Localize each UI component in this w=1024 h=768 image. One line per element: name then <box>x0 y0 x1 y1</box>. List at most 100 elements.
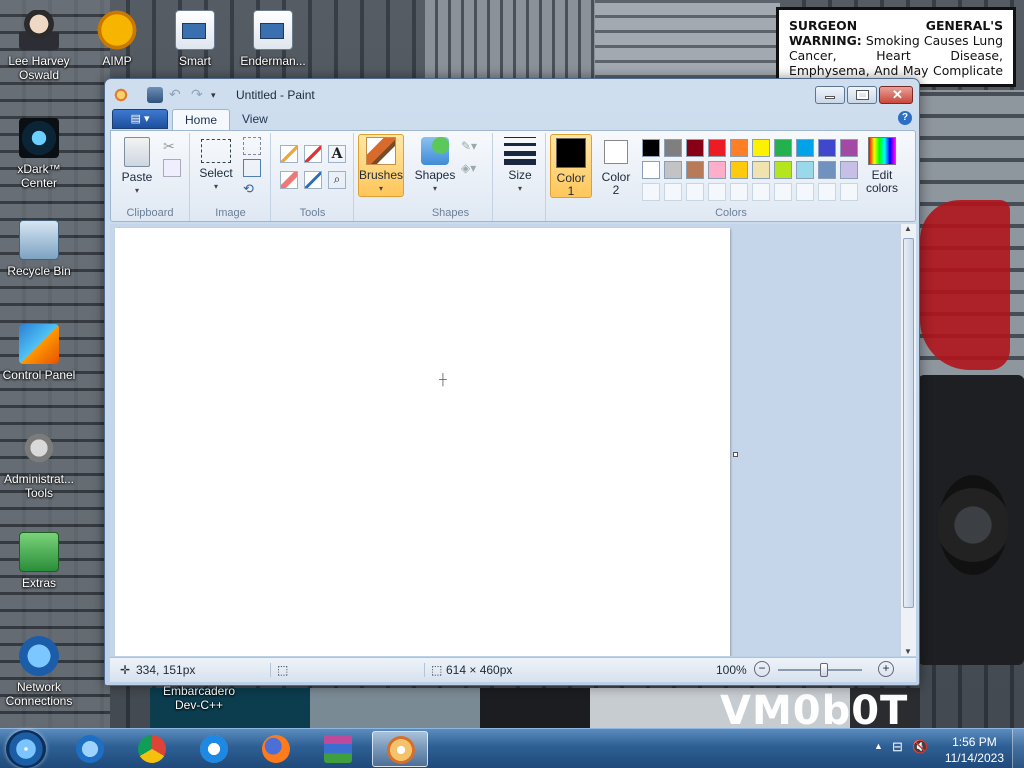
palette-custom-swatch[interactable] <box>664 183 682 201</box>
undo-icon[interactable]: ↶ <box>169 87 185 103</box>
desktop-icon-extras[interactable]: Extras <box>0 532 78 590</box>
scroll-down-icon[interactable]: ▼ <box>904 647 912 656</box>
palette-color-swatch[interactable] <box>708 139 726 157</box>
brushes-button[interactable]: Brushes ▾ <box>358 134 404 197</box>
zoom-slider-thumb[interactable] <box>820 663 828 677</box>
palette-custom-swatch[interactable] <box>642 183 660 201</box>
color2-button[interactable]: Color 2 <box>595 134 637 198</box>
text-icon[interactable]: A <box>328 145 346 163</box>
palette-color-swatch[interactable] <box>796 161 814 179</box>
palette-custom-swatch[interactable] <box>818 183 836 201</box>
save-icon[interactable] <box>147 87 163 103</box>
clock[interactable]: 1:56 PM 11/14/2023 <box>945 734 1004 766</box>
palette-color-swatch[interactable] <box>840 161 858 179</box>
help-icon[interactable]: ? <box>898 111 912 125</box>
close-button[interactable]: ✕ <box>879 86 913 104</box>
palette-custom-swatch[interactable] <box>840 183 858 201</box>
scrollbar-thumb[interactable] <box>903 238 914 608</box>
start-button[interactable] <box>6 730 46 768</box>
zoom-out-button[interactable]: − <box>754 661 770 677</box>
edit-colors-button[interactable]: Edit colors <box>859 135 905 199</box>
desktop-icon-control-panel[interactable]: Control Panel <box>0 324 78 382</box>
zoom-in-button[interactable]: + <box>878 661 894 677</box>
paint-window[interactable]: ↶ ↷ ▾ Untitled - Paint ✕ ▤ ▾ Home View ?… <box>104 78 920 686</box>
palette-color-swatch[interactable] <box>730 139 748 157</box>
eraser-icon[interactable] <box>280 171 298 189</box>
internet-explorer-icon <box>200 735 228 763</box>
pencil-icon[interactable] <box>280 145 298 163</box>
palette-custom-swatch[interactable] <box>796 183 814 201</box>
minimize-button[interactable] <box>815 86 845 104</box>
palette-color-swatch[interactable] <box>774 139 792 157</box>
drawing-canvas[interactable]: ┼ <box>115 228 730 656</box>
palette-custom-swatch[interactable] <box>686 183 704 201</box>
desktop-icon-smart[interactable]: Smart <box>156 10 234 68</box>
crop-icon[interactable] <box>243 137 261 155</box>
outline-icon[interactable]: ✎▾ <box>461 139 479 157</box>
customize-qat-icon[interactable]: ▾ <box>211 87 227 103</box>
desktop-icon-recycle-bin[interactable]: Recycle Bin <box>0 220 78 278</box>
palette-color-swatch[interactable] <box>796 139 814 157</box>
volume-muted-icon[interactable]: 🔇 <box>912 739 928 755</box>
desktop-icon-aimp[interactable]: AIMP <box>78 10 156 68</box>
palette-custom-swatch[interactable] <box>730 183 748 201</box>
paint-menu-button[interactable]: ▤ ▾ <box>112 109 168 129</box>
redo-icon[interactable]: ↷ <box>191 87 207 103</box>
palette-color-swatch[interactable] <box>774 161 792 179</box>
palette-color-swatch[interactable] <box>818 139 836 157</box>
palette-color-swatch[interactable] <box>664 161 682 179</box>
taskbar-firefox[interactable] <box>248 731 304 767</box>
size-button[interactable]: Size ▾ <box>498 137 542 199</box>
desktop-icon-enderman[interactable]: Enderman... <box>234 10 312 68</box>
palette-color-swatch[interactable] <box>752 161 770 179</box>
vertical-scrollbar[interactable]: ▲ ▼ <box>900 224 916 656</box>
palette-custom-swatch[interactable] <box>774 183 792 201</box>
taskbar-chrome[interactable] <box>124 731 180 767</box>
taskbar-media-player[interactable] <box>62 731 118 767</box>
zoom-slider-track[interactable] <box>778 663 862 677</box>
tab-view[interactable]: View <box>230 109 280 130</box>
select-button[interactable]: Select ▾ <box>195 139 237 199</box>
resize-handle-right[interactable] <box>733 452 738 457</box>
canvas-area[interactable]: ┼ ▲ ▼ <box>110 224 916 656</box>
paint-app-icon[interactable] <box>113 87 129 103</box>
title-bar[interactable]: ↶ ↷ ▾ Untitled - Paint ✕ <box>105 79 919 109</box>
taskbar-winrar[interactable] <box>310 731 366 767</box>
copy-icon[interactable] <box>163 159 181 177</box>
shapes-button[interactable]: Shapes ▾ <box>413 137 457 199</box>
show-hidden-icons[interactable]: ▲ <box>874 741 883 751</box>
desktop-icon-administrative-tools[interactable]: Administrat... Tools <box>0 428 78 500</box>
desktop-icon-devcpp[interactable]: Embarcadero Dev-C++ <box>160 684 238 712</box>
rotate-icon[interactable]: ⟲ <box>243 181 261 199</box>
magnifier-icon[interactable]: ⌕ <box>328 171 346 189</box>
palette-color-swatch[interactable] <box>642 161 660 179</box>
desktop-icon-xdark-center[interactable]: xDark™ Center <box>0 118 78 190</box>
palette-color-swatch[interactable] <box>840 139 858 157</box>
scroll-up-icon[interactable]: ▲ <box>904 224 912 233</box>
show-desktop-button[interactable] <box>1012 729 1024 768</box>
network-tray-icon[interactable]: ⊟ <box>892 739 903 755</box>
palette-color-swatch[interactable] <box>752 139 770 157</box>
taskbar-paint[interactable] <box>372 731 428 767</box>
palette-color-swatch[interactable] <box>708 161 726 179</box>
paste-button[interactable]: Paste ▾ <box>117 137 157 199</box>
palette-color-swatch[interactable] <box>664 139 682 157</box>
color1-button[interactable]: Color 1 <box>550 134 592 198</box>
desktop-icon-network-connections[interactable]: Network Connections <box>0 636 78 708</box>
fill-style-icon[interactable]: ◈▾ <box>461 161 479 179</box>
palette-color-swatch[interactable] <box>686 161 704 179</box>
cut-icon[interactable]: ✂ <box>163 138 181 156</box>
palette-custom-swatch[interactable] <box>752 183 770 201</box>
desktop-icon-lee-harvey-oswald[interactable]: Lee Harvey Oswald <box>0 10 78 82</box>
palette-custom-swatch[interactable] <box>708 183 726 201</box>
tab-home[interactable]: Home <box>172 109 231 130</box>
palette-color-swatch[interactable] <box>730 161 748 179</box>
resize-icon[interactable] <box>243 159 261 177</box>
fill-icon[interactable] <box>304 145 322 163</box>
palette-color-swatch[interactable] <box>642 139 660 157</box>
palette-color-swatch[interactable] <box>818 161 836 179</box>
palette-color-swatch[interactable] <box>686 139 704 157</box>
taskbar-internet-explorer[interactable] <box>186 731 242 767</box>
color-picker-icon[interactable] <box>304 171 322 189</box>
maximize-button[interactable] <box>847 86 877 104</box>
